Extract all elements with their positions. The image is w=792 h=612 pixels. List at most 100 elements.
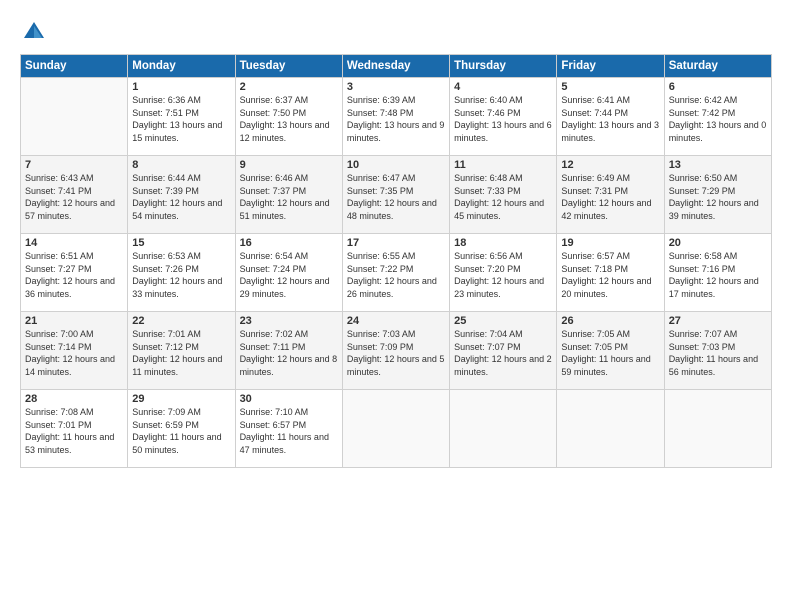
calendar-cell xyxy=(450,390,557,468)
calendar-cell: 9Sunrise: 6:46 AMSunset: 7:37 PMDaylight… xyxy=(235,156,342,234)
calendar-cell: 16Sunrise: 6:54 AMSunset: 7:24 PMDayligh… xyxy=(235,234,342,312)
calendar-week-row: 21Sunrise: 7:00 AMSunset: 7:14 PMDayligh… xyxy=(21,312,772,390)
day-number: 7 xyxy=(25,159,123,171)
day-info: Sunrise: 6:40 AMSunset: 7:46 PMDaylight:… xyxy=(454,94,552,144)
day-info: Sunrise: 6:55 AMSunset: 7:22 PMDaylight:… xyxy=(347,250,445,300)
day-number: 20 xyxy=(669,237,767,249)
day-info: Sunrise: 7:04 AMSunset: 7:07 PMDaylight:… xyxy=(454,328,552,378)
calendar-cell: 25Sunrise: 7:04 AMSunset: 7:07 PMDayligh… xyxy=(450,312,557,390)
calendar-cell xyxy=(342,390,449,468)
calendar-cell: 10Sunrise: 6:47 AMSunset: 7:35 PMDayligh… xyxy=(342,156,449,234)
day-number: 12 xyxy=(561,159,659,171)
day-number: 25 xyxy=(454,315,552,327)
weekday-header: Sunday xyxy=(21,55,128,78)
calendar-cell xyxy=(21,78,128,156)
calendar-table: SundayMondayTuesdayWednesdayThursdayFrid… xyxy=(20,54,772,468)
day-number: 1 xyxy=(132,81,230,93)
calendar-cell: 28Sunrise: 7:08 AMSunset: 7:01 PMDayligh… xyxy=(21,390,128,468)
logo-icon xyxy=(20,18,48,46)
day-info: Sunrise: 7:09 AMSunset: 6:59 PMDaylight:… xyxy=(132,406,230,456)
calendar-cell: 27Sunrise: 7:07 AMSunset: 7:03 PMDayligh… xyxy=(664,312,771,390)
header-row: SundayMondayTuesdayWednesdayThursdayFrid… xyxy=(21,55,772,78)
day-number: 21 xyxy=(25,315,123,327)
calendar-cell: 19Sunrise: 6:57 AMSunset: 7:18 PMDayligh… xyxy=(557,234,664,312)
day-info: Sunrise: 7:10 AMSunset: 6:57 PMDaylight:… xyxy=(240,406,338,456)
day-info: Sunrise: 7:00 AMSunset: 7:14 PMDaylight:… xyxy=(25,328,123,378)
weekday-header: Tuesday xyxy=(235,55,342,78)
calendar-cell: 2Sunrise: 6:37 AMSunset: 7:50 PMDaylight… xyxy=(235,78,342,156)
weekday-header: Thursday xyxy=(450,55,557,78)
day-info: Sunrise: 6:48 AMSunset: 7:33 PMDaylight:… xyxy=(454,172,552,222)
day-number: 19 xyxy=(561,237,659,249)
day-number: 30 xyxy=(240,393,338,405)
day-number: 6 xyxy=(669,81,767,93)
day-number: 16 xyxy=(240,237,338,249)
day-info: Sunrise: 6:41 AMSunset: 7:44 PMDaylight:… xyxy=(561,94,659,144)
calendar-cell: 29Sunrise: 7:09 AMSunset: 6:59 PMDayligh… xyxy=(128,390,235,468)
day-number: 4 xyxy=(454,81,552,93)
day-number: 11 xyxy=(454,159,552,171)
day-info: Sunrise: 6:44 AMSunset: 7:39 PMDaylight:… xyxy=(132,172,230,222)
day-number: 18 xyxy=(454,237,552,249)
day-number: 8 xyxy=(132,159,230,171)
calendar-cell: 17Sunrise: 6:55 AMSunset: 7:22 PMDayligh… xyxy=(342,234,449,312)
day-number: 15 xyxy=(132,237,230,249)
calendar-cell: 24Sunrise: 7:03 AMSunset: 7:09 PMDayligh… xyxy=(342,312,449,390)
calendar-cell: 5Sunrise: 6:41 AMSunset: 7:44 PMDaylight… xyxy=(557,78,664,156)
day-info: Sunrise: 6:39 AMSunset: 7:48 PMDaylight:… xyxy=(347,94,445,144)
logo xyxy=(20,18,52,46)
day-info: Sunrise: 7:03 AMSunset: 7:09 PMDaylight:… xyxy=(347,328,445,378)
day-info: Sunrise: 6:54 AMSunset: 7:24 PMDaylight:… xyxy=(240,250,338,300)
day-number: 5 xyxy=(561,81,659,93)
day-info: Sunrise: 6:43 AMSunset: 7:41 PMDaylight:… xyxy=(25,172,123,222)
calendar-cell: 4Sunrise: 6:40 AMSunset: 7:46 PMDaylight… xyxy=(450,78,557,156)
calendar-week-row: 7Sunrise: 6:43 AMSunset: 7:41 PMDaylight… xyxy=(21,156,772,234)
day-number: 17 xyxy=(347,237,445,249)
day-number: 14 xyxy=(25,237,123,249)
calendar-cell: 30Sunrise: 7:10 AMSunset: 6:57 PMDayligh… xyxy=(235,390,342,468)
day-number: 29 xyxy=(132,393,230,405)
calendar-cell: 18Sunrise: 6:56 AMSunset: 7:20 PMDayligh… xyxy=(450,234,557,312)
day-info: Sunrise: 6:51 AMSunset: 7:27 PMDaylight:… xyxy=(25,250,123,300)
weekday-header: Wednesday xyxy=(342,55,449,78)
calendar-cell: 7Sunrise: 6:43 AMSunset: 7:41 PMDaylight… xyxy=(21,156,128,234)
weekday-header: Saturday xyxy=(664,55,771,78)
day-info: Sunrise: 6:56 AMSunset: 7:20 PMDaylight:… xyxy=(454,250,552,300)
calendar-cell: 1Sunrise: 6:36 AMSunset: 7:51 PMDaylight… xyxy=(128,78,235,156)
day-number: 23 xyxy=(240,315,338,327)
calendar-week-row: 14Sunrise: 6:51 AMSunset: 7:27 PMDayligh… xyxy=(21,234,772,312)
calendar-cell xyxy=(664,390,771,468)
calendar-cell: 22Sunrise: 7:01 AMSunset: 7:12 PMDayligh… xyxy=(128,312,235,390)
day-info: Sunrise: 6:37 AMSunset: 7:50 PMDaylight:… xyxy=(240,94,338,144)
calendar-cell xyxy=(557,390,664,468)
day-info: Sunrise: 6:49 AMSunset: 7:31 PMDaylight:… xyxy=(561,172,659,222)
calendar-cell: 21Sunrise: 7:00 AMSunset: 7:14 PMDayligh… xyxy=(21,312,128,390)
day-info: Sunrise: 6:42 AMSunset: 7:42 PMDaylight:… xyxy=(669,94,767,144)
calendar-cell: 8Sunrise: 6:44 AMSunset: 7:39 PMDaylight… xyxy=(128,156,235,234)
calendar-cell: 13Sunrise: 6:50 AMSunset: 7:29 PMDayligh… xyxy=(664,156,771,234)
day-number: 3 xyxy=(347,81,445,93)
weekday-header: Monday xyxy=(128,55,235,78)
day-info: Sunrise: 6:53 AMSunset: 7:26 PMDaylight:… xyxy=(132,250,230,300)
day-number: 2 xyxy=(240,81,338,93)
calendar-cell: 14Sunrise: 6:51 AMSunset: 7:27 PMDayligh… xyxy=(21,234,128,312)
calendar-week-row: 28Sunrise: 7:08 AMSunset: 7:01 PMDayligh… xyxy=(21,390,772,468)
day-number: 9 xyxy=(240,159,338,171)
day-number: 13 xyxy=(669,159,767,171)
day-number: 27 xyxy=(669,315,767,327)
day-number: 26 xyxy=(561,315,659,327)
calendar-week-row: 1Sunrise: 6:36 AMSunset: 7:51 PMDaylight… xyxy=(21,78,772,156)
day-info: Sunrise: 6:58 AMSunset: 7:16 PMDaylight:… xyxy=(669,250,767,300)
day-info: Sunrise: 7:01 AMSunset: 7:12 PMDaylight:… xyxy=(132,328,230,378)
day-info: Sunrise: 6:46 AMSunset: 7:37 PMDaylight:… xyxy=(240,172,338,222)
day-number: 24 xyxy=(347,315,445,327)
day-number: 22 xyxy=(132,315,230,327)
day-info: Sunrise: 7:05 AMSunset: 7:05 PMDaylight:… xyxy=(561,328,659,378)
page: SundayMondayTuesdayWednesdayThursdayFrid… xyxy=(0,0,792,612)
day-info: Sunrise: 6:47 AMSunset: 7:35 PMDaylight:… xyxy=(347,172,445,222)
calendar-cell: 23Sunrise: 7:02 AMSunset: 7:11 PMDayligh… xyxy=(235,312,342,390)
calendar-cell: 12Sunrise: 6:49 AMSunset: 7:31 PMDayligh… xyxy=(557,156,664,234)
calendar-cell: 3Sunrise: 6:39 AMSunset: 7:48 PMDaylight… xyxy=(342,78,449,156)
calendar-cell: 15Sunrise: 6:53 AMSunset: 7:26 PMDayligh… xyxy=(128,234,235,312)
calendar-cell: 11Sunrise: 6:48 AMSunset: 7:33 PMDayligh… xyxy=(450,156,557,234)
